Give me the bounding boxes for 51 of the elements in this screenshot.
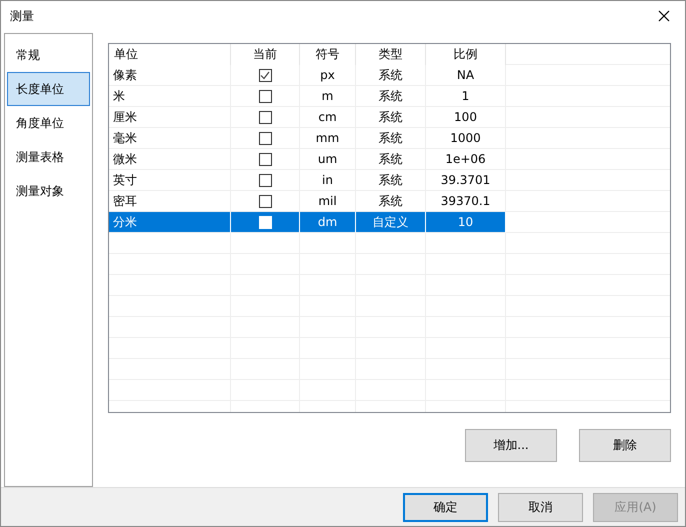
delete-button[interactable]: 删除 [579,429,671,462]
table-cell: in [300,170,356,191]
table-cell: 英寸 [109,170,231,191]
table-cell: 10 [426,212,506,233]
table-cell: 厘米 [109,107,231,128]
table-cell: 系统 [356,86,426,107]
dialog-button[interactable]: 确定 [403,492,488,522]
checkbox[interactable] [258,68,272,82]
table-cell: 100 [426,107,506,128]
table-cell: mm [300,128,356,149]
table-cell: 39.3701 [426,170,506,191]
sidebar-item[interactable]: 测量表格 [7,140,90,174]
add-button[interactable]: 增加... [465,429,557,462]
sidebar-item[interactable]: 常规 [7,38,90,72]
table-cell: m [300,86,356,107]
table-cell: 1000 [426,128,506,149]
column-header[interactable]: 单位 [109,44,231,65]
sidebar-item[interactable]: 测量对象 [7,174,90,208]
checkbox[interactable] [258,194,272,208]
checkbox[interactable] [258,152,272,166]
window-title: 测量 [10,8,34,24]
table-cell: 像素 [109,65,231,86]
table-cell: dm [300,212,356,233]
table-cell: 毫米 [109,128,231,149]
column-header[interactable]: 类型 [356,44,426,65]
table-cell: 系统 [356,128,426,149]
table-cell: 米 [109,86,231,107]
table-cell: 自定义 [356,212,426,233]
table-cell: 分米 [109,212,231,233]
table-cell: 系统 [356,65,426,86]
sidebar-item[interactable]: 角度单位 [7,106,90,140]
close-icon [658,10,670,22]
dialog-button[interactable]: 取消 [498,492,583,522]
table-cell: um [300,149,356,170]
column-header[interactable]: 符号 [300,44,356,65]
column-header[interactable]: 当前 [231,44,300,65]
table-cell: 系统 [356,149,426,170]
table-cell: 系统 [356,107,426,128]
table-cell: 微米 [109,149,231,170]
checkbox[interactable] [258,174,272,186]
table-cell: 1e+06 [426,149,506,170]
column-header[interactable]: 比例 [426,44,506,65]
table-cell: cm [300,107,356,128]
checkbox[interactable] [258,110,272,124]
sidebar-item[interactable]: 长度单位 [7,72,90,106]
checkbox[interactable] [258,132,272,144]
checkbox[interactable] [258,90,272,102]
table-cell: 系统 [356,170,426,191]
table-cell: NA [426,65,506,86]
table-cell: px [300,65,356,86]
table-cell: 1 [426,86,506,107]
